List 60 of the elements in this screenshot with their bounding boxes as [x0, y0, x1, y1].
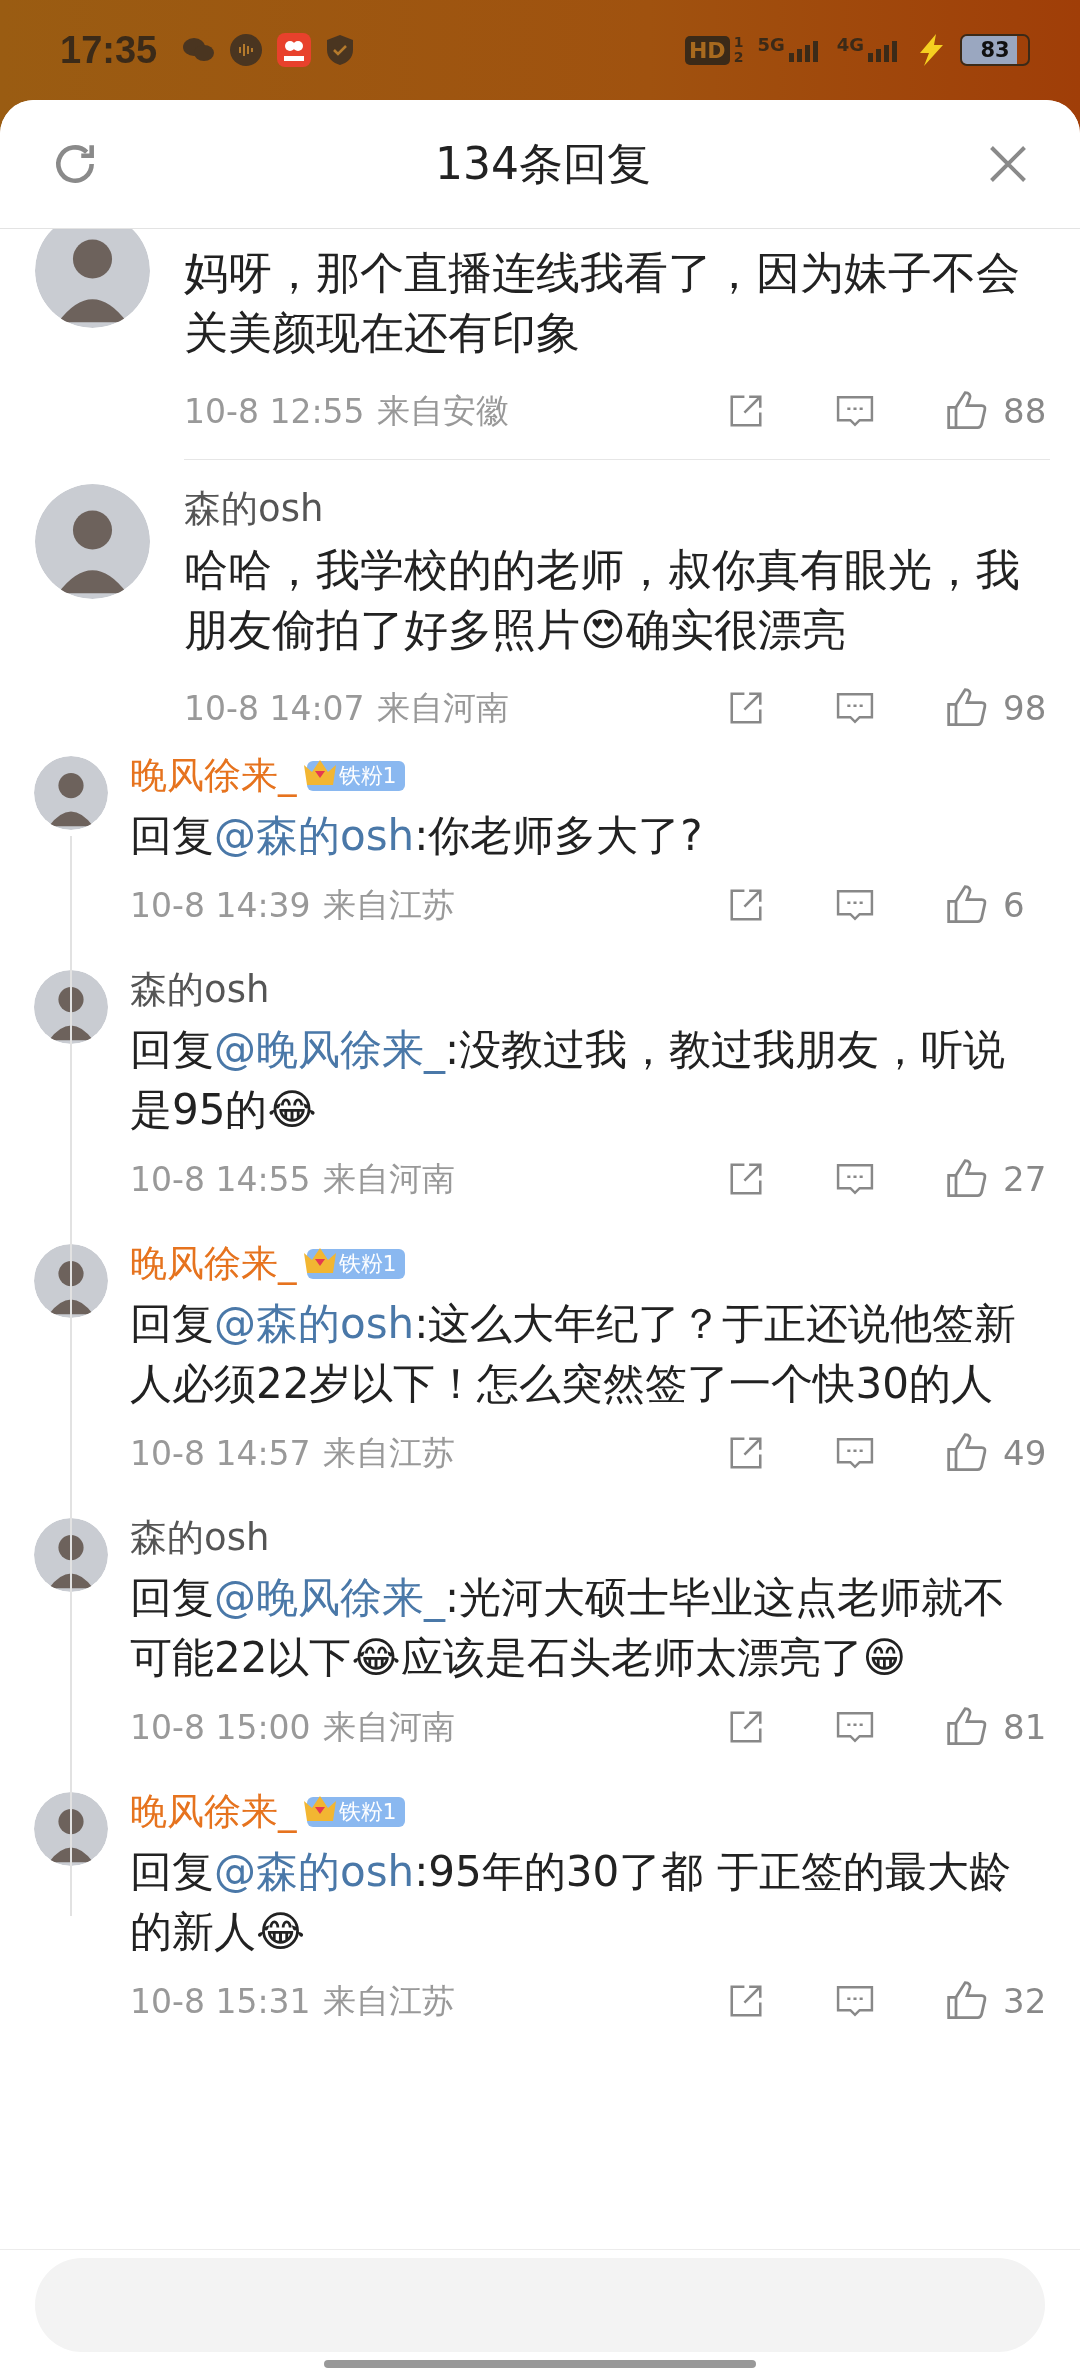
- mention-link[interactable]: @晚风徐来_: [214, 1573, 445, 1622]
- comment-location: 来自江苏: [322, 883, 455, 926]
- audio-app-icon: [229, 33, 264, 67]
- comment-time: 10-8 14:55: [130, 1159, 311, 1199]
- fan-badge: 铁粉1: [306, 1797, 405, 1827]
- status-time: 17:35: [60, 28, 158, 72]
- like-button[interactable]: 81: [945, 1705, 1050, 1749]
- mention-link[interactable]: @森的osh: [214, 811, 415, 860]
- user-name[interactable]: 森的osh: [130, 965, 270, 1015]
- shield-icon: [325, 33, 356, 67]
- mention-link[interactable]: @森的osh: [214, 1847, 415, 1896]
- share-icon[interactable]: [727, 689, 765, 727]
- network-label: 4G: [836, 34, 864, 55]
- reply-text: 回复@晚风徐来_:没教过我，教过我朋友，听说是95的😂: [130, 1024, 1007, 1136]
- share-icon[interactable]: [727, 392, 765, 430]
- comment-time: 10-8 14:39: [130, 885, 311, 925]
- like-button[interactable]: 27: [945, 1157, 1050, 1201]
- user-name[interactable]: 森的osh: [130, 1513, 270, 1563]
- network-label: 5G: [757, 34, 785, 55]
- user-name[interactable]: 晚风徐来_: [130, 1239, 297, 1289]
- app-icon: [277, 33, 312, 67]
- reply-text: 回复@晚风徐来_:光河大硕士毕业这点老师就不可能22以下😂应该是石头老师太漂亮了😁: [130, 1572, 1007, 1684]
- fan-badge: 铁粉1: [306, 1249, 405, 1279]
- hd-badge: HD: [684, 35, 730, 65]
- like-button[interactable]: 32: [945, 1979, 1050, 2023]
- user-name[interactable]: 晚风徐来_: [130, 1787, 297, 1837]
- share-icon[interactable]: [727, 886, 765, 924]
- comment-text: 哈哈，我学校的的老师，叔你真有眼光，我朋友偷拍了好多照片😍确实很漂亮: [184, 543, 1021, 657]
- share-icon[interactable]: [727, 1982, 765, 2020]
- comment-text: 妈呀，那个直播连线我看了，因为妹子不会关美颜现在还有印象: [184, 246, 1021, 360]
- comment-time: 10-8 15:00: [130, 1707, 311, 1747]
- share-icon[interactable]: [727, 1708, 765, 1746]
- comment-location: 来自江苏: [322, 1431, 455, 1474]
- reply-text: 回复@森的osh:你老师多大了?: [130, 810, 704, 862]
- comment-time: 10-8 12:55: [184, 391, 365, 431]
- sheet-title: 134条回复: [435, 136, 651, 191]
- comment-time: 10-8 15:31: [130, 1981, 311, 2021]
- comment-location: 来自安徽: [376, 389, 509, 432]
- sim-number: 2: [733, 50, 744, 65]
- like-button[interactable]: 88: [945, 389, 1050, 433]
- mention-link[interactable]: @晚风徐来_: [214, 1025, 445, 1074]
- mention-link[interactable]: @森的osh: [214, 1299, 415, 1348]
- reply-text: 回复@森的osh:这么大年纪了？于正还说他签新人必须22岁以下！怎么突然签了一个快30的人: [130, 1298, 1018, 1410]
- like-button[interactable]: 49: [945, 1431, 1050, 1475]
- comment-time: 10-8 14:57: [130, 1433, 311, 1473]
- like-button[interactable]: 98: [945, 686, 1050, 730]
- share-icon[interactable]: [727, 1434, 765, 1472]
- comment-time: 10-8 14:07: [184, 688, 365, 728]
- comment-location: 来自河南: [376, 686, 509, 729]
- comment-location: 来自河南: [322, 1157, 455, 1200]
- user-name[interactable]: 晚风徐来_: [130, 751, 297, 801]
- sim-number: 1: [733, 35, 744, 50]
- reply-text: 回复@森的osh:95年的30了都 于正签的最大龄的新人😂: [130, 1846, 1012, 1958]
- user-name[interactable]: 森的osh: [184, 487, 324, 530]
- comment-location: 来自河南: [322, 1705, 455, 1748]
- comment-location: 来自江苏: [322, 1979, 455, 2022]
- battery-level: 83: [979, 37, 1011, 64]
- share-icon[interactable]: [727, 1160, 765, 1198]
- like-button[interactable]: 6: [945, 883, 1050, 927]
- fan-badge: 铁粉1: [306, 761, 405, 791]
